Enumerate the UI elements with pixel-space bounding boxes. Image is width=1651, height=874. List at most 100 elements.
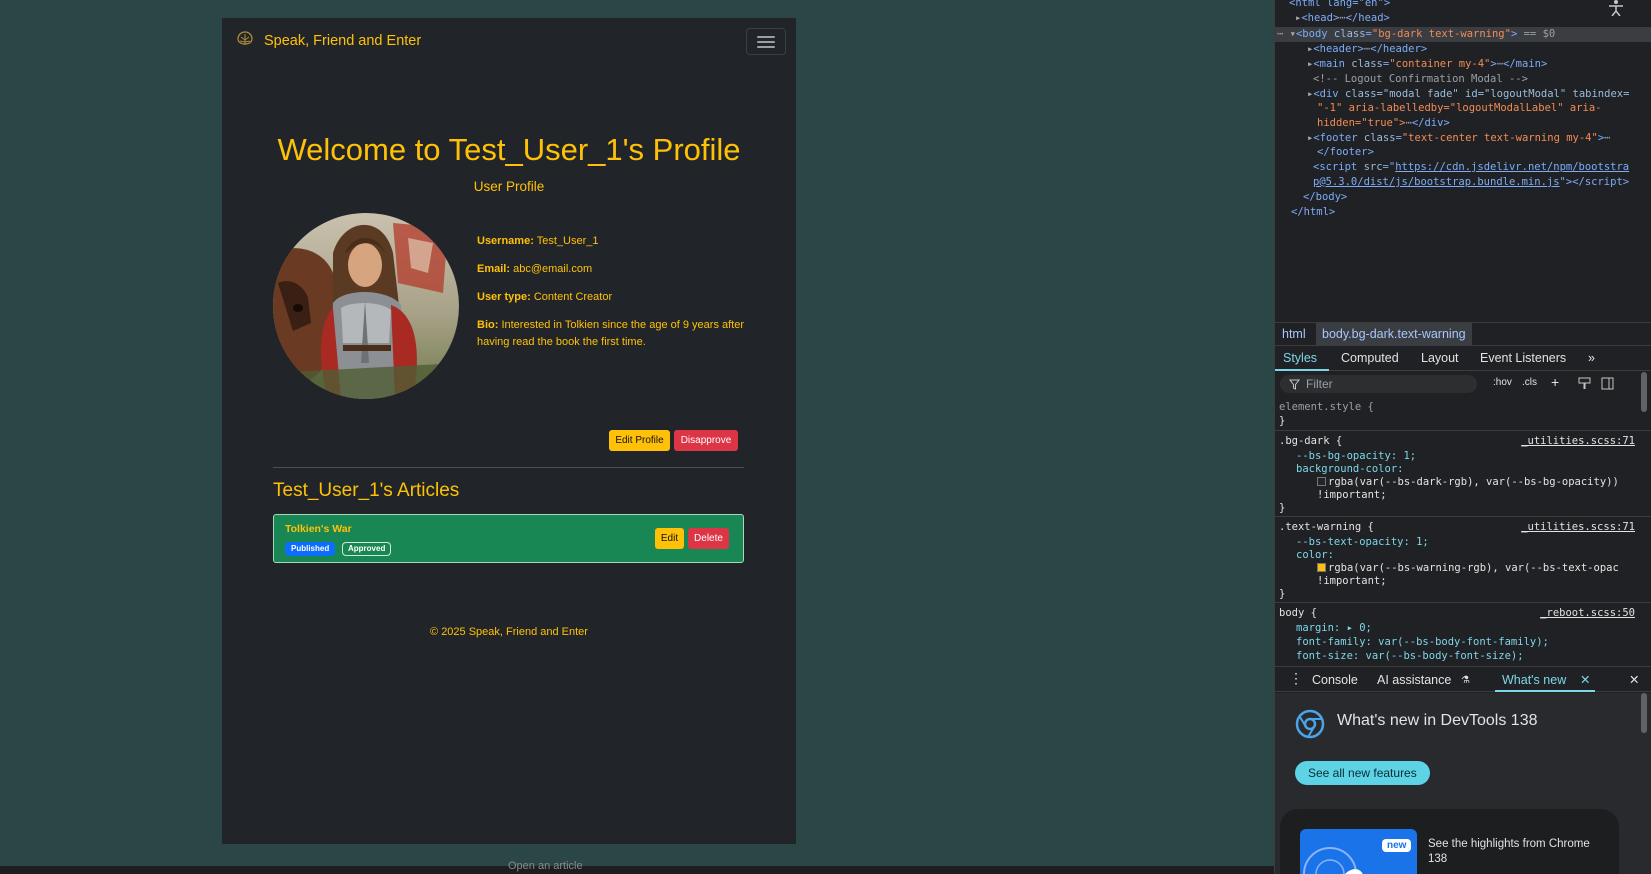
script-src-link[interactable]: https://cdn.jsdelivr.net/npm/bootstra <box>1395 161 1629 173</box>
article-delete-button[interactable]: Delete <box>688 528 729 549</box>
main-class-value: container my-4 <box>1395 58 1485 70</box>
text-warning-source-link[interactable]: _utilities.scss:71 <box>1521 520 1635 534</box>
dom-node-script[interactable]: <script src="https://cdn.jsdelivr.net/np… <box>1313 160 1651 175</box>
rule-divider <box>1275 430 1651 431</box>
body-class-value: bg-dark text-warning <box>1378 28 1505 40</box>
tab-styles[interactable]: Styles <box>1283 351 1317 365</box>
tab-whats-new[interactable]: What's new <box>1502 673 1566 687</box>
footer-class-value: text-center text-warning my-4 <box>1408 132 1592 144</box>
color-swatch-icon[interactable] <box>1317 477 1326 486</box>
close-tab-icon[interactable]: ✕ <box>1580 672 1590 687</box>
highlights-card[interactable]: new See the highlights from Chrome 138 <box>1280 809 1619 874</box>
disapprove-button[interactable]: Disapprove <box>674 430 738 451</box>
site-footer: © 2025 Speak, Friend and Enter <box>430 626 588 638</box>
dom-html-open: <html lang="en"> <box>1289 0 1391 9</box>
tree-logo-icon[interactable] <box>234 30 256 48</box>
edit-profile-button[interactable]: Edit Profile <box>609 430 670 451</box>
divider <box>273 467 744 468</box>
paint-brush-icon[interactable] <box>1578 377 1591 390</box>
tab-console[interactable]: Console <box>1312 673 1358 687</box>
profile-avatar <box>273 213 459 399</box>
brand-link[interactable]: Speak, Friend and Enter <box>264 33 421 49</box>
more-tabs-icon[interactable]: » <box>1588 351 1595 365</box>
taskbar-item-label[interactable]: Open an article <box>508 860 583 872</box>
font-family-decl[interactable]: font-family: var(--bs-body-font-family); <box>1296 635 1549 649</box>
color-prop[interactable]: color: <box>1296 548 1334 562</box>
tab-ai-assistance[interactable]: AI assistance <box>1377 673 1451 687</box>
bg-dark-source-link[interactable]: _utilities.scss:71 <box>1521 434 1635 448</box>
bio-row: Bio: Interested in Tolkien since the age… <box>477 317 757 351</box>
close-drawer-icon[interactable]: ✕ <box>1629 672 1639 687</box>
filter-icon <box>1289 379 1300 390</box>
margin-decl[interactable]: margin: ▸ 0; <box>1296 621 1372 635</box>
body-selector[interactable]: body { <box>1279 606 1317 620</box>
dom-node-header[interactable]: ▸<header>⋯</header> <box>1307 42 1651 57</box>
chrome-devtools-icon <box>1295 709 1325 739</box>
drawer-menu-icon[interactable]: ⋮ <box>1289 670 1303 687</box>
dom-node-html[interactable]: <html lang="en"> <box>1289 0 1651 11</box>
navbar-toggler-button[interactable] <box>746 28 786 55</box>
tab-layout[interactable]: Layout <box>1421 351 1459 365</box>
menu-icon-line <box>757 36 775 38</box>
bio-value: Interested in Tolkien since the age of 9… <box>477 319 745 348</box>
script-src-link-2[interactable]: p@5.3.0/dist/js/bootstrap.bundle.min.js <box>1313 176 1560 188</box>
tab-event-listeners[interactable]: Event Listeners <box>1480 351 1566 365</box>
article-title[interactable]: Tolkien's War <box>285 523 352 535</box>
breadcrumb: html body.bg-dark.text-warning <box>1275 322 1651 346</box>
reboot-source-link[interactable]: _reboot.scss:50 <box>1540 606 1635 620</box>
email-label: Email: <box>477 263 511 275</box>
accessibility-icon[interactable] <box>1607 0 1625 16</box>
color-value[interactable]: rgba(var(--bs-warning-rgb), var(--bs-tex… <box>1317 561 1619 575</box>
bg-dark-selector[interactable]: .bg-dark { <box>1279 434 1342 448</box>
color-value-text: rgba(var(--bs-warning-rgb), var(--bs-tex… <box>1328 562 1619 574</box>
bs-text-opacity-decl[interactable]: --bs-text-opacity: 1; <box>1296 535 1429 549</box>
new-rule-icon[interactable]: + <box>1551 374 1559 390</box>
dom-head-tag: head <box>1307 12 1333 24</box>
background-color-value[interactable]: rgba(var(--bs-dark-rgb), var(--bs-bg-opa… <box>1317 475 1619 489</box>
highlights-thumbnail: new <box>1300 829 1417 874</box>
filter-placeholder: Filter <box>1306 377 1333 391</box>
sidebar-toggle-icon[interactable] <box>1601 377 1614 390</box>
dom-node-head[interactable]: ▸<head>⋯</head> <box>1295 11 1651 26</box>
username-value: Test_User_1 <box>536 235 599 247</box>
email-value: abc@email.com <box>513 263 593 275</box>
menu-icon-line <box>757 41 775 43</box>
rule-close: } <box>1279 502 1286 514</box>
page-title: Welcome to Test_User_1's Profile <box>277 132 741 167</box>
breadcrumb-body[interactable]: body.bg-dark.text-warning <box>1316 323 1472 346</box>
styles-scrollbar-thumb[interactable] <box>1641 372 1647 412</box>
dom-node-modal[interactable]: ▸<div class="modal fade" id="logoutModal… <box>1307 87 1651 102</box>
filter-input[interactable]: Filter <box>1280 375 1477 393</box>
see-all-features-button[interactable]: See all new features <box>1295 761 1430 785</box>
tab-computed[interactable]: Computed <box>1341 351 1399 365</box>
dom-node-main[interactable]: ▸<main class="container my-4">⋯</main> <box>1307 57 1651 72</box>
article-card[interactable]: Tolkien's War Published Approved Edit De… <box>273 514 744 563</box>
whats-new-title: What's new in DevTools 138 <box>1337 712 1538 729</box>
usertype-value: Content Creator <box>533 291 613 303</box>
dom-node-footer[interactable]: ▸<footer class="text-center text-warning… <box>1307 131 1651 146</box>
article-edit-button[interactable]: Edit <box>655 528 684 549</box>
dom-node-modal-cont2: hidden="true">⋯</div> <box>1317 117 1450 129</box>
hov-toggle[interactable]: :hov <box>1493 377 1512 388</box>
background-color-prop[interactable]: background-color: <box>1296 462 1403 476</box>
element-style-rule[interactable]: element.style { <box>1279 400 1374 414</box>
elements-dom-tree: <html lang="en"> ▸<head>⋯</head> ⋯ ▾<bod… <box>1275 0 1651 322</box>
styles-tabbar: Styles Computed Layout Event Listeners » <box>1275 346 1651 371</box>
breadcrumb-html[interactable]: html <box>1282 327 1306 341</box>
color-swatch-icon[interactable] <box>1317 563 1326 572</box>
whats-new-panel: What's new in DevTools 138 See all new f… <box>1275 693 1651 874</box>
text-warning-selector[interactable]: .text-warning { <box>1279 520 1374 534</box>
dom-node-body[interactable]: ⋯ ▾<body class="bg-dark text-warning"> =… <box>1275 27 1651 42</box>
font-size-decl[interactable]: font-size: var(--bs-body-font-size); <box>1296 649 1524 663</box>
username-row: Username: Test_User_1 <box>477 233 757 250</box>
page-subtitle: User Profile <box>473 179 545 194</box>
cls-toggle[interactable]: .cls <box>1522 377 1537 388</box>
bs-bg-opacity-decl[interactable]: --bs-bg-opacity: 1; <box>1296 449 1416 463</box>
menu-icon-line <box>757 46 775 48</box>
active-tab-indicator <box>1275 369 1329 371</box>
styles-pane: element.style { } .bg-dark { _utilities.… <box>1275 398 1651 662</box>
site-viewport: Speak, Friend and Enter Welcome to Test_… <box>222 18 796 844</box>
drawer-tabbar: ⋮ Console AI assistance ⚗ What's new ✕ ✕ <box>1275 666 1651 692</box>
dom-node-comment[interactable]: <!-- Logout Confirmation Modal --> <box>1313 72 1651 87</box>
scrollbar-thumb[interactable] <box>1641 693 1647 733</box>
